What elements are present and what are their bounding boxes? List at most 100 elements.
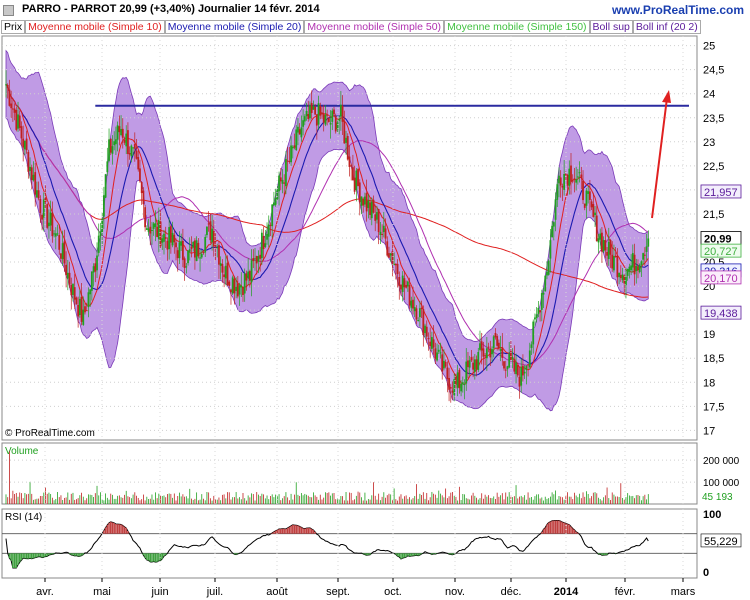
candle-body: [188, 249, 191, 252]
candle-body: [418, 308, 421, 318]
candle-body: [642, 253, 645, 260]
candle-body: [518, 376, 521, 387]
candle-body: [470, 357, 473, 361]
candle-body: [527, 364, 529, 366]
candle-body: [42, 199, 45, 218]
y-tick-label: 17,5: [703, 401, 724, 413]
candle-body: [582, 180, 584, 201]
candle-body: [410, 300, 413, 308]
candle-body: [145, 228, 148, 230]
candle-body: [310, 102, 313, 113]
candle-body: [281, 179, 284, 184]
candle-body: [54, 233, 57, 237]
candle-body: [23, 140, 26, 150]
candle-body: [485, 348, 488, 359]
candle-body: [230, 289, 232, 293]
candle-body: [214, 245, 217, 247]
candle-body: [133, 144, 136, 149]
candle-body: [580, 174, 583, 178]
candle-body: [637, 266, 639, 270]
candle-body: [412, 299, 414, 309]
candle-body: [635, 265, 638, 271]
candle-body: [72, 283, 74, 295]
candle-body: [451, 390, 454, 393]
candle-body: [94, 263, 97, 272]
candle-body: [18, 115, 21, 128]
candle-body: [638, 264, 641, 273]
candle-body: [34, 172, 37, 195]
candle-body: [607, 241, 610, 259]
candle-body: [604, 240, 607, 251]
candle-body: [185, 266, 188, 268]
y-tick-label: 24: [703, 89, 715, 101]
candle-body: [273, 202, 275, 206]
candle-body: [575, 179, 578, 183]
candle-body: [616, 255, 619, 278]
candle-body: [503, 361, 505, 369]
candle-body: [243, 273, 246, 294]
candle-body: [302, 120, 304, 127]
candle-body: [192, 241, 195, 248]
candle-body: [115, 139, 117, 145]
candle-body: [231, 277, 234, 294]
candle-body: [264, 243, 267, 247]
candle-body: [501, 347, 504, 358]
candle-body: [405, 284, 408, 288]
candle-body: [233, 278, 236, 294]
candle-body: [345, 137, 347, 143]
candle-body: [254, 258, 256, 260]
candle-body: [166, 240, 169, 250]
candle-body: [558, 175, 560, 184]
candle-body: [226, 262, 229, 285]
candle-body: [599, 233, 602, 240]
x-tick-label: août: [266, 586, 287, 598]
candle-body: [204, 237, 207, 253]
candle-body: [374, 214, 377, 221]
candle-body: [278, 175, 280, 192]
candle-body: [613, 256, 615, 271]
candle-body: [329, 122, 332, 125]
candle-body: [434, 348, 437, 359]
candle-body: [255, 255, 258, 264]
candle-body: [515, 362, 517, 375]
candle-body: [611, 254, 614, 269]
candle-body: [80, 296, 83, 322]
candle-body: [630, 265, 633, 271]
y-tick-label: 21,5: [703, 209, 724, 221]
candle-body: [56, 233, 59, 235]
candle-body: [216, 247, 219, 249]
candle-body: [331, 110, 334, 122]
candle-body: [522, 365, 524, 376]
candle-body: [63, 241, 66, 264]
candle-body: [6, 84, 9, 89]
candle-body: [439, 352, 442, 354]
candle-body: [290, 145, 292, 163]
candle-body: [286, 160, 289, 162]
candle-body: [341, 105, 344, 122]
candle-body: [250, 260, 253, 283]
candle-body: [202, 252, 205, 254]
candle-body: [206, 226, 208, 236]
copyright-text: © ProRealTime.com: [5, 428, 95, 439]
candle-body: [506, 366, 509, 370]
candle-body: [400, 284, 402, 290]
candle-body: [458, 370, 461, 389]
candle-body: [437, 349, 440, 352]
candle-body: [497, 342, 500, 349]
candle-body: [355, 170, 358, 191]
candle-body: [408, 285, 411, 306]
candle-body: [125, 133, 128, 147]
candle-body: [228, 281, 231, 286]
candle-body: [142, 190, 145, 205]
candle-body: [614, 255, 617, 258]
candle-body: [420, 307, 423, 310]
candle-body: [388, 253, 390, 258]
x-tick-label: sept.: [326, 586, 350, 598]
candle-body: [147, 228, 150, 232]
candle-body: [425, 326, 428, 337]
candle-body: [588, 191, 591, 200]
candle-body: [84, 306, 86, 313]
candle-body: [568, 168, 571, 186]
candle-body: [65, 264, 68, 276]
candle-body: [468, 360, 471, 368]
